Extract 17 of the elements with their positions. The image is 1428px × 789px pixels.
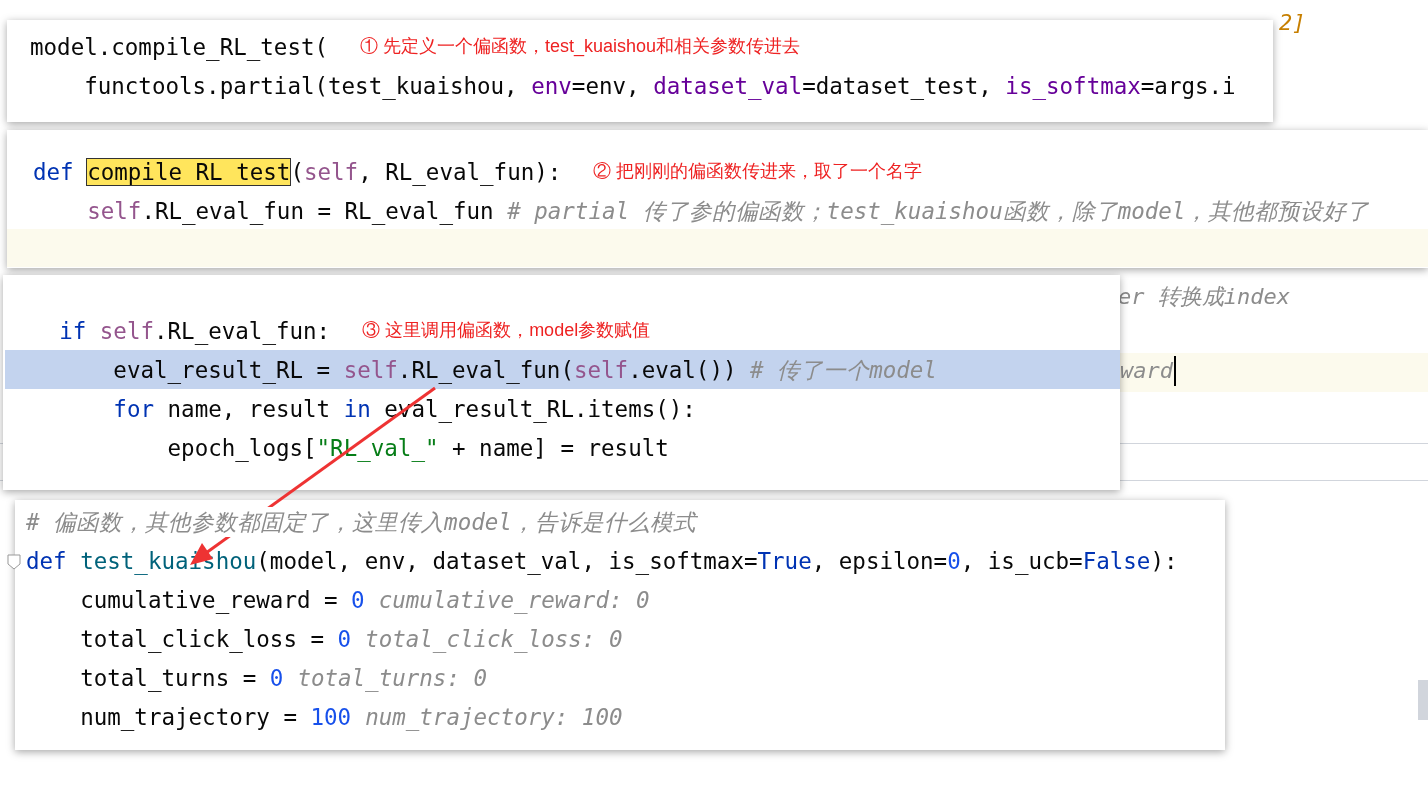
code-line: total_turns = 0 total_turns: 0 xyxy=(79,663,488,693)
code-line: self.RL_eval_fun = RL_eval_fun # partial 传了参的偏函数；test_kuaishou函数，除了model，其他都预设好了 xyxy=(86,196,1370,226)
annotation: ② 把刚刚的偏函数传进来，取了一个名字 xyxy=(593,160,923,183)
code-line: model.compile_RL_test( xyxy=(30,32,328,62)
code-line: num_trajectory = 100 num_trajectory: 100 xyxy=(79,702,623,732)
code-line: total_click_loss = 0 total_click_loss: 0 xyxy=(79,624,623,654)
code-line: functools.partial(test_kuaishou, env=env, dataset_val=dataset_test, is_softmax=args.i xyxy=(83,71,1236,101)
annotation: ③ 这里调用偏函数，model参数赋值 xyxy=(362,319,651,342)
scrollbar-thumb xyxy=(1418,680,1428,720)
code-line: def compile_RL_test(self, RL_eval_fun): xyxy=(33,157,562,187)
fold-icon[interactable] xyxy=(7,554,21,570)
code-line: eval_result_RL = self.RL_eval_fun(self.eval()) # 传了一个model xyxy=(112,355,937,385)
code-line: if self.RL_eval_fun: xyxy=(58,316,331,346)
annotation: ① 先定义一个偏函数，test_kuaishou和相关参数传进去 xyxy=(360,35,801,59)
code-line: cumulative_reward = 0 cumulative_reward: 0 xyxy=(79,585,650,615)
code-fragment: 2] xyxy=(1279,9,1306,37)
code-line: def test_kuaishou(model, env, dataset_val, is_softmax=True, epsilon=0, is_ucb=False): xyxy=(26,546,1178,576)
